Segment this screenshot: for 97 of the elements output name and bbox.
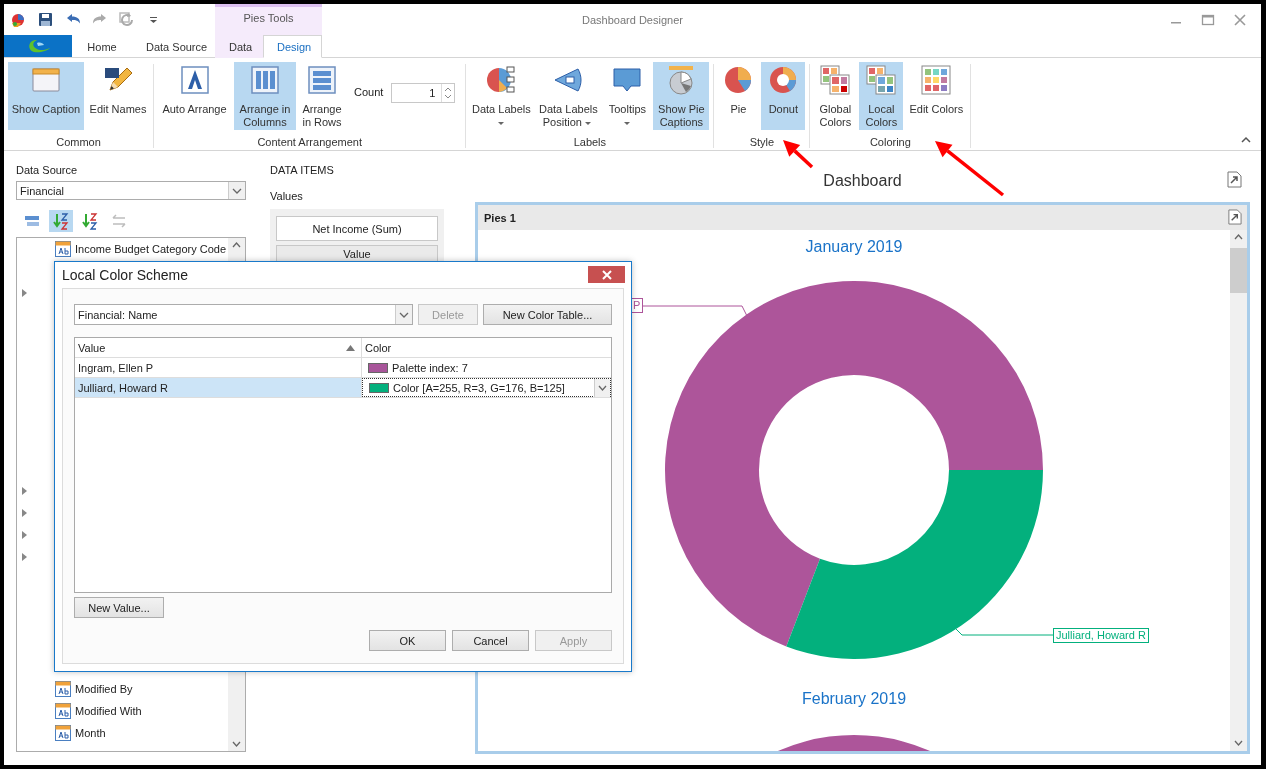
scroll-up-icon[interactable] [232, 242, 241, 248]
color-grid-icon [920, 64, 953, 96]
ribbon-button[interactable]: Pie [718, 62, 759, 130]
ribbon-tab[interactable]: Home [72, 35, 132, 58]
ribbon-group-label: Coloring [869, 136, 911, 148]
swap-icon [110, 212, 128, 230]
file-menu-button[interactable] [4, 35, 72, 57]
field-label: Data Source [16, 164, 79, 178]
data-source-dropdown[interactable]: Financial [16, 181, 246, 200]
toolbar-button[interactable] [49, 210, 73, 232]
table-cell: Ingram, Ellen P [75, 358, 362, 377]
new-value-button[interactable]: New Value... [74, 597, 164, 618]
close-button[interactable] [588, 266, 625, 283]
ribbon-button[interactable]: Local Colors [859, 62, 904, 130]
caret-icon [584, 121, 591, 125]
text-field-icon [55, 725, 71, 741]
data-label: Julliard, Howard R [1053, 628, 1149, 643]
field-item[interactable]: Income Budget Category Code [75, 243, 227, 255]
count-label: Count [354, 86, 384, 98]
ribbon-button[interactable]: Data Labels [470, 62, 533, 130]
pie-labels-icon [485, 64, 518, 96]
text-field-icon [55, 681, 71, 697]
columns-icon [249, 64, 281, 96]
data-item[interactable]: Net Income (Sum) [276, 216, 438, 241]
color-cell[interactable]: Color [A=255, R=3, G=176, B=125] [362, 378, 611, 397]
window-title: Dashboard Designer [582, 13, 683, 26]
expand-arrow-icon[interactable] [21, 531, 27, 539]
column-header[interactable]: Value [75, 338, 362, 357]
section-label: Values [270, 190, 304, 204]
rows-icon [306, 64, 338, 96]
pie-title: January 2019 [805, 238, 903, 255]
expand-arrow-icon[interactable] [21, 289, 27, 297]
ribbon-group-label: Content Arrangement [257, 136, 362, 148]
dialog-button[interactable]: OK [369, 630, 446, 651]
ribbon-button[interactable]: Show Pie Captions [653, 62, 710, 130]
pie-title: February 2019 [801, 690, 907, 707]
text-field-icon [55, 241, 71, 257]
color-table-dropdown[interactable]: Financial: Name [74, 304, 413, 325]
field-item[interactable]: Month [75, 727, 106, 739]
ribbon-button[interactable]: Arrange in Columns [234, 62, 296, 130]
export-icon[interactable] [1226, 171, 1242, 188]
chevron-down-icon[interactable] [594, 378, 610, 397]
dialog-button[interactable]: New Color Table... [483, 304, 612, 325]
count-field[interactable]: 1 [391, 83, 456, 103]
close-icon[interactable] [1233, 12, 1247, 27]
expand-arrow-icon[interactable] [21, 487, 27, 495]
ribbon-button[interactable]: Arrange in Rows [299, 62, 345, 130]
ribbon-button[interactable]: Edit Names [87, 62, 149, 130]
maximize-icon[interactable] [1201, 12, 1215, 27]
column-header[interactable]: Color [362, 338, 611, 357]
caret-icon [624, 121, 631, 125]
ribbon-button[interactable]: Show Caption [8, 62, 84, 130]
palette-icon [819, 64, 852, 96]
panel-caption: Pies 1 [484, 211, 516, 224]
ribbon-button[interactable]: Auto Arrange [158, 62, 231, 130]
text-field-icon [55, 703, 71, 719]
tile-icon [178, 64, 211, 96]
dialog-button[interactable]: Cancel [452, 630, 529, 651]
scroll-down-icon[interactable] [232, 741, 241, 747]
expand-arrow-icon[interactable] [21, 553, 27, 561]
sort-descending-icon [81, 212, 99, 230]
ribbon-group-label: Style [749, 136, 775, 148]
ribbon-tab[interactable]: Data [215, 35, 263, 58]
ribbon-button[interactable]: Donut [761, 62, 806, 130]
ribbon-button[interactable]: Tooltips [604, 62, 651, 130]
field-item[interactable]: Modified With [75, 705, 142, 717]
annotation-arrow [935, 141, 1005, 197]
color-cell[interactable]: Palette index: 7 [362, 358, 611, 377]
scrollbar[interactable] [1230, 230, 1247, 751]
ribbon-group-label: Labels [573, 136, 607, 148]
caret-icon [498, 121, 505, 125]
dashboard-title: Dashboard [823, 171, 902, 190]
refresh-icon[interactable] [118, 11, 135, 28]
section-heading: DATA ITEMS [270, 164, 335, 178]
export-icon[interactable] [1227, 209, 1242, 225]
app-pie-icon[interactable] [10, 11, 27, 28]
ribbon-button[interactable]: Data Labels Position [535, 62, 602, 130]
ribbon-button[interactable]: Edit Colors [906, 62, 967, 130]
save-icon[interactable] [37, 11, 54, 28]
ribbon-group-label: Common [56, 136, 101, 148]
table-cell: Julliard, Howard R [75, 378, 362, 397]
sort-ascending-icon [52, 212, 70, 230]
annotation-arrow [783, 140, 814, 169]
ribbon-button[interactable]: Global Colors [814, 62, 857, 130]
contextual-tab-group: Pies Tools [243, 12, 294, 35]
field-item[interactable]: Modified By [75, 683, 133, 695]
table-row[interactable]: Julliard, Howard R Color [A=255, R=3, G=176, B=125] [75, 378, 611, 398]
dialog-title: Local Color Scheme [62, 266, 189, 283]
expand-arrow-icon[interactable] [21, 509, 27, 517]
scroll-up-icon[interactable] [1234, 234, 1243, 240]
collapse-ribbon-icon[interactable] [1241, 136, 1251, 144]
close-icon [601, 269, 612, 280]
scroll-thumb[interactable] [1230, 248, 1247, 293]
ribbon-tab[interactable]: Design [263, 35, 322, 58]
scroll-down-icon[interactable] [1234, 740, 1243, 746]
palette-icon [865, 64, 898, 96]
ribbon-tab[interactable]: Data Source [132, 35, 215, 58]
